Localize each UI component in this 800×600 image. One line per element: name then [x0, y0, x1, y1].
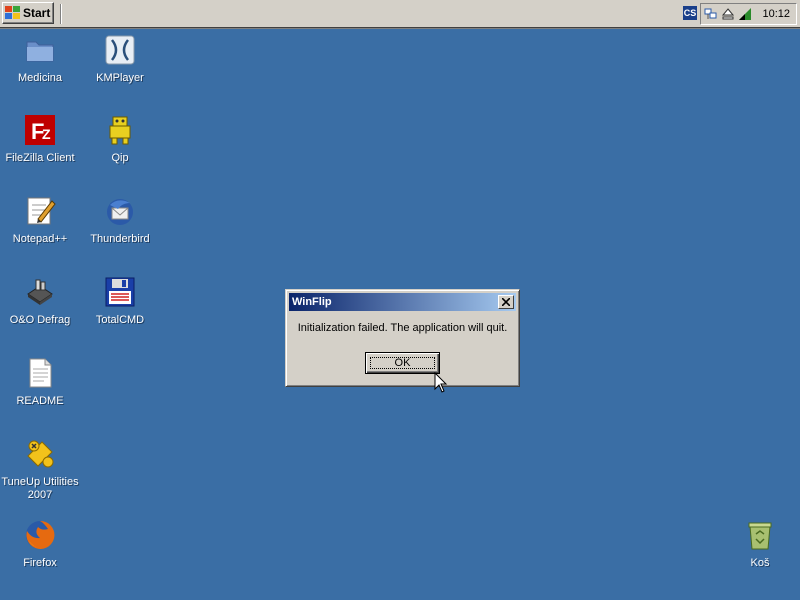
folder-icon	[24, 34, 56, 66]
icon-label: FileZilla Client	[5, 152, 75, 164]
eject-icon[interactable]	[721, 7, 735, 21]
desktop-icon-totalcmd[interactable]: TotalCMD	[81, 276, 159, 327]
icon-label: O&O Defrag	[9, 314, 71, 326]
mouse-cursor-icon	[434, 372, 448, 393]
cs-icon: CS	[683, 6, 697, 20]
close-icon	[502, 298, 510, 306]
desktop-icon-thunderbird[interactable]: Thunderbird	[81, 195, 159, 246]
dialog-titlebar[interactable]: WinFlip	[289, 293, 516, 311]
icon-label: Notepad++	[12, 233, 68, 245]
taskbar-separator	[60, 4, 62, 24]
desktop-icon-oo-defrag[interactable]: O&O Defrag	[1, 276, 79, 327]
defrag-icon	[24, 276, 56, 308]
start-label: Start	[23, 6, 51, 20]
error-dialog: WinFlip Initialization failed. The appli…	[285, 289, 520, 387]
network-icon[interactable]	[704, 7, 718, 21]
volume-icon[interactable]	[738, 7, 752, 21]
icon-label: TotalCMD	[95, 314, 145, 326]
icon-label: README	[16, 395, 64, 407]
clock[interactable]: 10:12	[762, 8, 790, 20]
language-indicator[interactable]: CS	[682, 4, 698, 22]
desktop-icon-recycle-bin[interactable]: Koš	[721, 519, 799, 570]
svg-text:Z: Z	[42, 126, 51, 142]
start-button[interactable]: Start	[2, 2, 54, 24]
focus-rect	[370, 357, 435, 369]
desktop-icon-kmplayer[interactable]: KMPlayer	[81, 34, 159, 85]
icon-label: Koš	[750, 557, 770, 569]
totalcmd-icon	[104, 276, 136, 308]
dialog-title: WinFlip	[292, 296, 332, 308]
desktop-icon-tuneup[interactable]: TuneUp Utilities 2007	[1, 438, 79, 502]
icon-label: Qip	[111, 152, 129, 164]
desktop-icon-qip[interactable]: Qip	[81, 114, 159, 165]
icon-label: Firefox	[23, 557, 57, 569]
notepad-icon	[24, 195, 56, 227]
tuneup-icon	[24, 438, 56, 470]
filezilla-icon: FZ	[24, 114, 56, 146]
dialog-message: Initialization failed. The application w…	[297, 322, 508, 334]
desktop-icon-notepad[interactable]: Notepad++	[1, 195, 79, 246]
windows-logo-icon	[5, 6, 21, 20]
recycle-bin-icon	[744, 519, 776, 551]
kmplayer-icon	[104, 34, 136, 66]
firefox-icon	[24, 519, 56, 551]
close-button[interactable]	[498, 295, 514, 309]
qip-icon	[104, 114, 136, 146]
ok-button[interactable]: OK	[365, 352, 440, 374]
desktop-icon-filezilla[interactable]: FZ FileZilla Client	[1, 114, 79, 165]
taskbar: Start CS 10:12	[0, 0, 800, 29]
icon-label: TuneUp Utilities 2007	[1, 476, 79, 501]
desktop-icon-readme[interactable]: README	[1, 357, 79, 408]
icon-label: KMPlayer	[96, 72, 144, 84]
icon-label: Medicina	[17, 72, 63, 84]
desktop-icon-firefox[interactable]: Firefox	[1, 519, 79, 570]
desktop-icon-medicina[interactable]: Medicina	[1, 34, 79, 85]
system-tray: 10:12	[700, 3, 797, 25]
document-icon	[24, 357, 56, 389]
thunderbird-icon	[104, 195, 136, 227]
icon-label: Thunderbird	[90, 233, 150, 245]
